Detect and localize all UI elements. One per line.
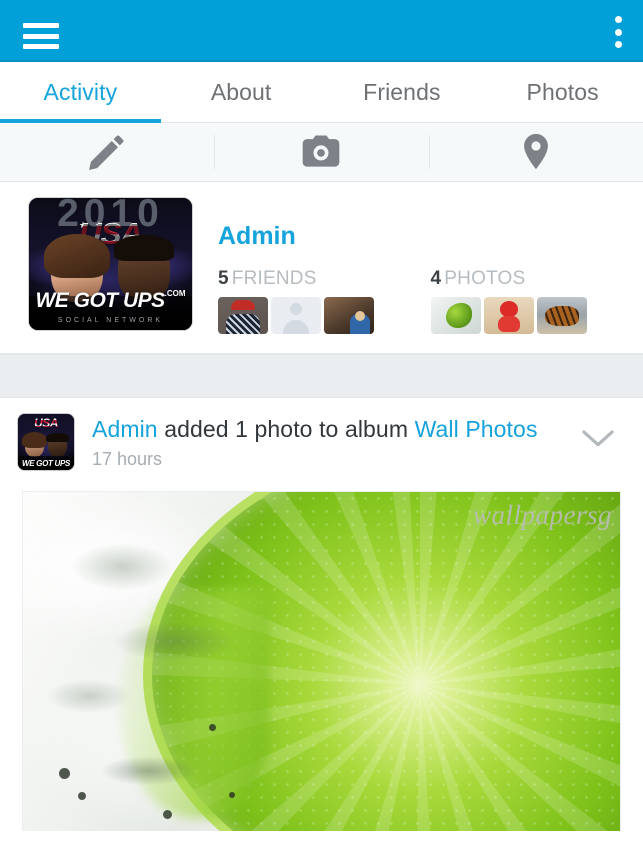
post-avatar-person-female [22, 432, 47, 457]
photos-count-heading[interactable]: 4 PHOTOS [431, 268, 643, 290]
tab-about-label: About [210, 78, 272, 105]
post-author-link[interactable]: Admin [92, 416, 158, 442]
photo-water-splash [23, 492, 353, 831]
photos-count: 4 [430, 268, 442, 289]
post-header: USA WE GOT UPS Admin added 1 photo to al… [0, 414, 643, 470]
top-app-bar [0, 0, 643, 62]
section-divider-band [0, 354, 643, 398]
avatar-logo-tld: .COM [164, 289, 186, 298]
post-expand-button[interactable] [575, 414, 621, 450]
overflow-dot [614, 28, 622, 36]
post-story-line: Admin added 1 photo to album Wall Photos [92, 414, 575, 445]
pencil-icon [89, 135, 124, 170]
stat-friends: 5 FRIENDS [218, 268, 431, 334]
add-location-action[interactable] [428, 123, 643, 181]
friend-thumb-placeholder-avatar[interactable] [271, 297, 321, 334]
profile-summary: 2010 ★ ★ USA WE GOT UPS.COM SOCIAL NETWO… [0, 182, 643, 354]
photo-water-droplet [229, 792, 235, 798]
post-avatar-logo-text: WE GOT UPS [21, 459, 71, 468]
photo-thumb-red-toy[interactable] [483, 297, 534, 334]
photo-thumb-lime-splash[interactable] [430, 297, 481, 334]
avatar-tagline-text: SOCIAL NETWORK [57, 317, 164, 324]
photo-thumb-tiger[interactable] [536, 297, 587, 334]
post-author-avatar[interactable]: USA WE GOT UPS [18, 414, 74, 470]
friend-thumb-person-at-desk[interactable] [324, 297, 374, 334]
tab-photos[interactable]: Photos [482, 62, 643, 122]
photo-water-droplet [209, 724, 216, 731]
photo-water-droplet [59, 768, 70, 779]
post-avatar-country-text: USA [18, 416, 74, 430]
friend-thumb-man-red-cap[interactable] [218, 297, 268, 334]
add-photo-action[interactable] [214, 123, 428, 181]
overflow-dot [614, 16, 622, 23]
hamburger-bar [23, 23, 59, 28]
profile-stats-row: 5 FRIENDS 4 PHOTOS [218, 268, 643, 334]
post-action-text: added 1 photo to album [157, 416, 415, 442]
overflow-menu-icon[interactable] [609, 16, 627, 48]
hamburger-bar [23, 33, 59, 39]
tab-activity-label: Activity [43, 78, 118, 105]
friends-count-heading[interactable]: 5 FRIENDS [218, 268, 431, 290]
photos-label: PHOTOS [444, 268, 526, 289]
tab-activity[interactable]: Activity [0, 62, 161, 123]
profile-tabs: Activity About Friends Photos [0, 62, 643, 123]
friends-thumbnails [218, 297, 431, 334]
photo-water-droplet [163, 810, 172, 819]
overflow-dot [614, 41, 622, 48]
profile-details: Admin 5 FRIENDS 4 PHOTOS [192, 198, 643, 334]
location-pin-icon [523, 134, 548, 170]
tab-friends[interactable]: Friends [322, 62, 483, 122]
post-avatar-person-male [46, 433, 69, 457]
hamburger-bar [23, 44, 59, 49]
tab-about[interactable]: About [161, 62, 322, 122]
avatar-logo-text: WE GOT UPS.COM [29, 289, 192, 313]
post-album-link[interactable]: Wall Photos [415, 416, 538, 442]
profile-name[interactable]: Admin [218, 224, 643, 249]
photos-thumbnails [430, 297, 643, 334]
avatar-logo-main: WE GOT UPS [35, 289, 165, 312]
profile-avatar[interactable]: 2010 ★ ★ USA WE GOT UPS.COM SOCIAL NETWO… [29, 198, 192, 330]
photo-watermark: wallpapersg [472, 500, 612, 530]
stat-photos: 4 PHOTOS [430, 268, 643, 334]
post-body: Admin added 1 photo to album Wall Photos… [74, 414, 575, 470]
friends-label: FRIENDS [231, 268, 317, 289]
post-attached-photo[interactable]: wallpapersg [22, 491, 621, 831]
chevron-down-icon [582, 430, 614, 447]
write-post-action[interactable] [0, 123, 214, 181]
friends-count: 5 [218, 268, 229, 289]
feed-post: USA WE GOT UPS Admin added 1 photo to al… [0, 398, 643, 831]
composer-action-bar [0, 123, 643, 182]
photo-water-droplet [78, 792, 86, 800]
tab-photos-label: Photos [526, 78, 599, 105]
hamburger-menu-icon[interactable] [23, 23, 59, 49]
app-root: Activity About Friends Photos USA WE GOT… [0, 0, 643, 858]
camera-icon [303, 135, 340, 167]
post-timestamp: 17 hours [92, 449, 163, 469]
tab-friends-label: Friends [363, 78, 441, 105]
